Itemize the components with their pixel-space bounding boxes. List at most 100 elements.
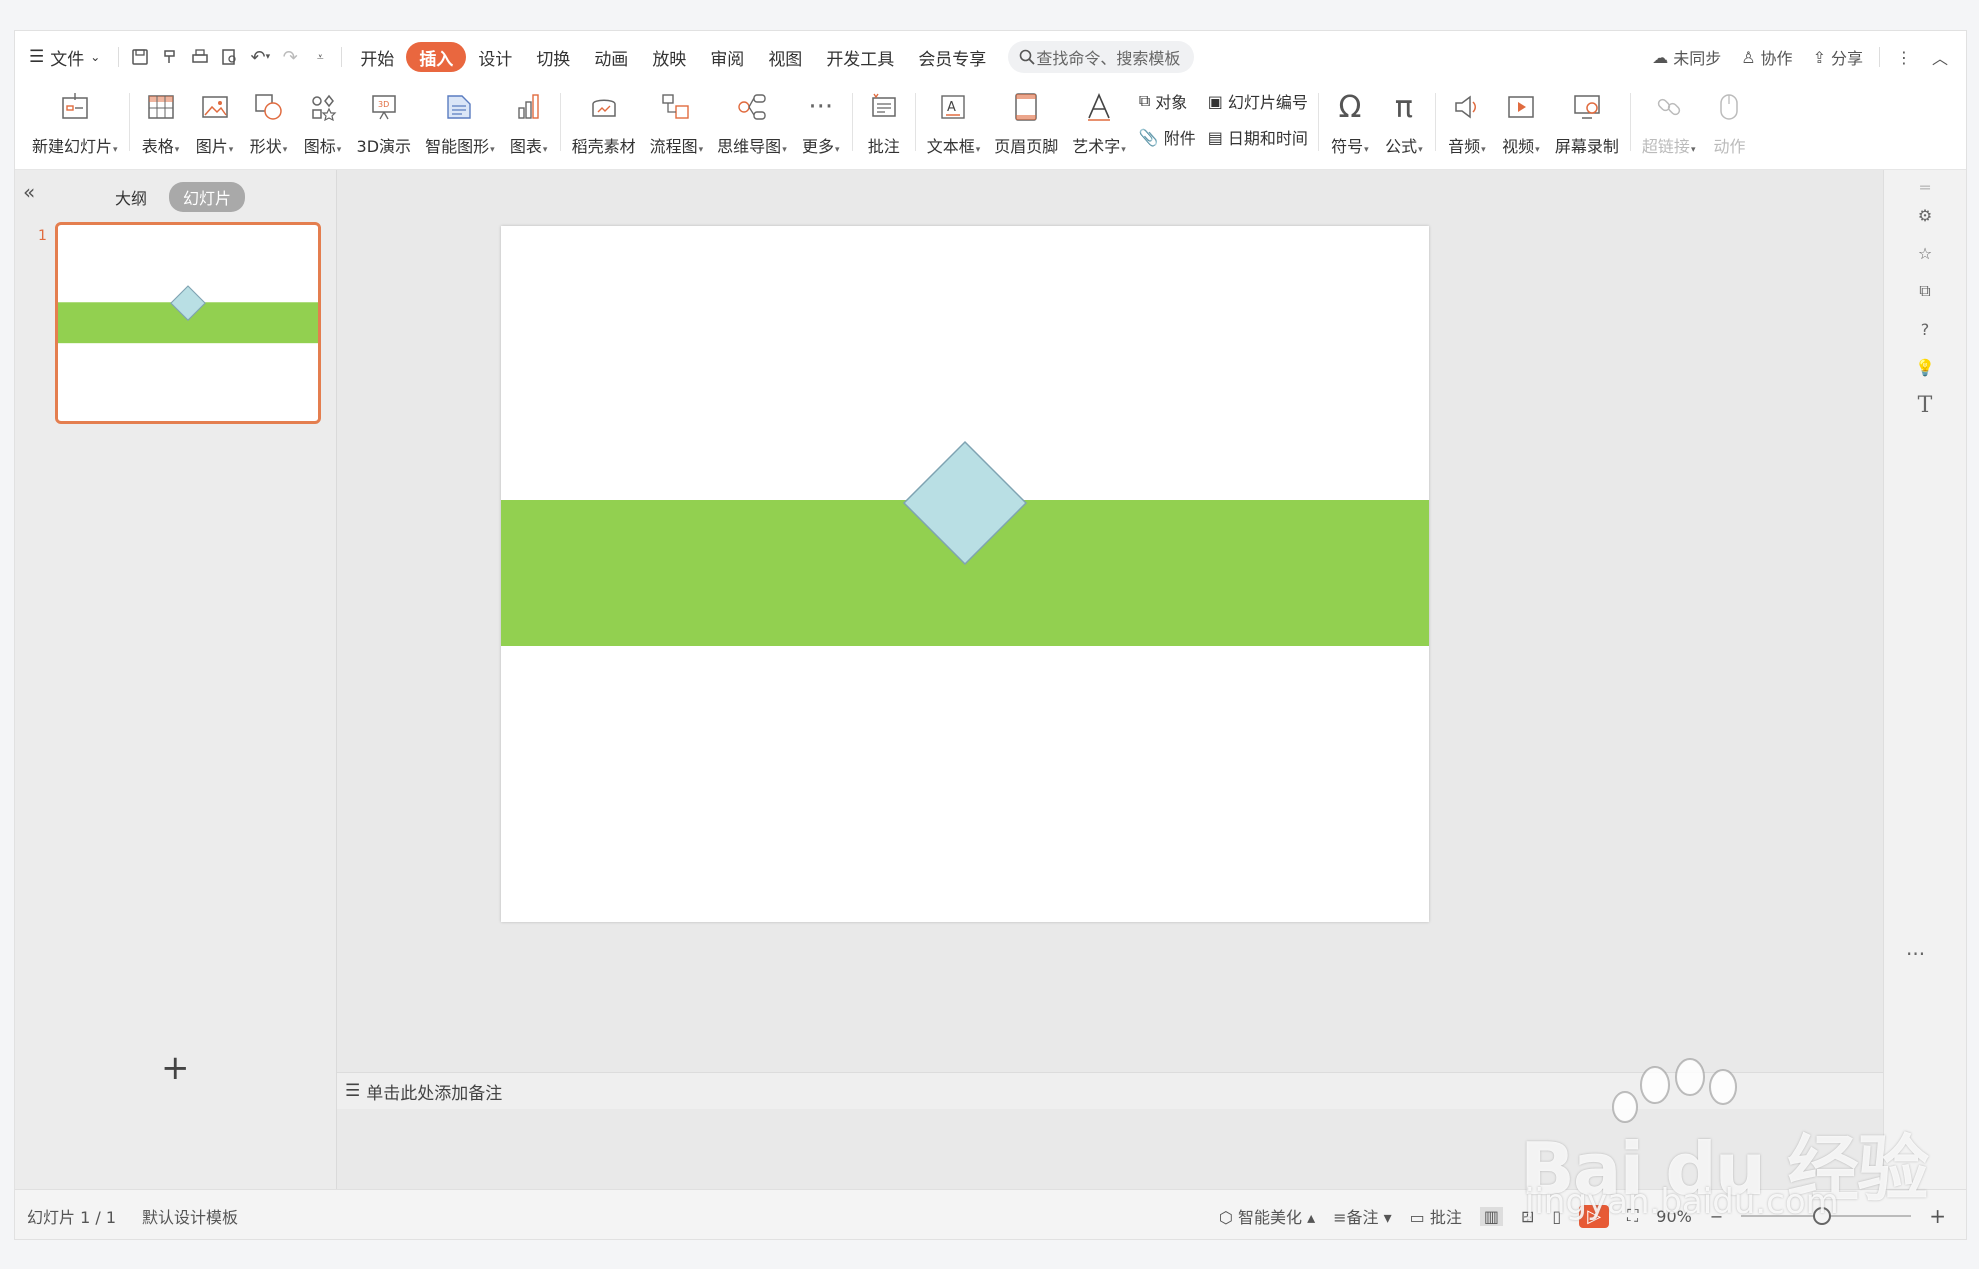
tab-slideshow[interactable]: 放映: [640, 42, 698, 72]
tab-review[interactable]: 审阅: [698, 42, 756, 72]
demo3d-button[interactable]: 3D 3D演示: [350, 83, 419, 165]
icon-button[interactable]: 图标▾: [296, 83, 350, 165]
comment-button[interactable]: 批注: [857, 83, 911, 165]
sync-status[interactable]: ☁ 未同步: [1642, 45, 1731, 69]
properties-icon[interactable]: ⚙: [1910, 200, 1940, 230]
tab-design[interactable]: 设计: [466, 42, 524, 72]
attachment-label: 附件: [1163, 129, 1196, 148]
object-button[interactable]: ⧉ 对象: [1139, 89, 1196, 113]
hyperlink-button[interactable]: 超链接▾: [1635, 83, 1703, 165]
smart-beautify-button[interactable]: ⬡ 智能美化 ▴: [1219, 1204, 1315, 1228]
save-icon[interactable]: [125, 42, 155, 72]
mindmap-button[interactable]: 思维导图▾: [710, 83, 794, 165]
animation-star-icon[interactable]: ☆: [1910, 238, 1940, 268]
material-icon: [584, 87, 624, 127]
file-menu[interactable]: ☰ 文件 ⌄: [15, 42, 112, 72]
file-menu-label: 文件: [50, 49, 85, 70]
video-button[interactable]: 视频▾: [1494, 83, 1548, 165]
format-painter-icon[interactable]: [155, 42, 185, 72]
tab-label: 设计: [478, 49, 513, 70]
slide-thumbnail[interactable]: [55, 222, 321, 424]
lightbulb-icon[interactable]: 💡: [1910, 352, 1940, 382]
table-label: 表格: [141, 137, 174, 156]
symbol-button[interactable]: Ω 符号▾: [1323, 83, 1377, 165]
paperclip-icon: 📎: [1138, 127, 1159, 147]
normal-view-icon[interactable]: ▥: [1479, 1206, 1503, 1226]
flowchart-button[interactable]: 流程图▾: [643, 83, 711, 165]
tab-outline[interactable]: 大纲: [115, 185, 147, 209]
audio-button[interactable]: 音频▾: [1440, 83, 1494, 165]
tab-view[interactable]: 视图: [756, 42, 814, 72]
divider: [1629, 93, 1631, 151]
add-slide-button[interactable]: +: [161, 1048, 190, 1088]
share-label: 分享: [1830, 49, 1863, 68]
tab-developer[interactable]: 开发工具: [814, 42, 906, 72]
wordart-button[interactable]: 艺术字▾: [1065, 83, 1133, 165]
more-options-icon[interactable]: ⋮: [1886, 48, 1922, 67]
notes-pane[interactable]: ☰ 单击此处添加备注: [337, 1072, 1885, 1109]
help-icon[interactable]: ?: [1910, 314, 1940, 344]
docer-label: 稻壳素材: [571, 137, 636, 156]
redo-icon[interactable]: ↷: [275, 42, 305, 72]
date-time-button[interactable]: ▤ 日期和时间: [1208, 125, 1308, 149]
table-button[interactable]: 表格▾: [134, 83, 188, 165]
screen-record-button[interactable]: 屏幕录制: [1548, 83, 1626, 165]
slide-thumbnail-panel: « 大纲 幻灯片 1 +: [15, 170, 337, 1189]
user-plus-icon: ♙: [1741, 47, 1756, 67]
right-task-sidebar: ═ ⚙ ☆ ⧉ ? 💡 T ···: [1883, 170, 1966, 1189]
slide-number-button[interactable]: ▣ 幻灯片编号: [1208, 89, 1308, 113]
divider: [559, 93, 561, 151]
tab-home[interactable]: 开始: [348, 42, 406, 72]
notes-toggle-button[interactable]: ≡备注 ▾: [1333, 1204, 1392, 1228]
sidebar-handle-icon: ═: [1920, 177, 1930, 197]
formula-label: 公式: [1385, 137, 1418, 156]
action-button[interactable]: 动作: [1702, 83, 1756, 165]
template-name[interactable]: 默认设计模板: [142, 1204, 238, 1228]
chart-button[interactable]: 图表▾: [502, 83, 556, 165]
more-button[interactable]: ··· 更多▾: [794, 83, 848, 165]
demo3d-label: 3D演示: [356, 137, 412, 156]
docer-material-button[interactable]: 稻壳素材: [565, 83, 643, 165]
tab-transitions[interactable]: 切换: [524, 42, 582, 72]
picture-button[interactable]: 图片▾: [188, 83, 242, 165]
picture-icon: [195, 87, 235, 127]
tab-animations[interactable]: 动画: [582, 42, 640, 72]
header-footer-button[interactable]: 页眉页脚: [987, 83, 1065, 165]
textbox-button[interactable]: A 文本框▾: [920, 83, 988, 165]
collapse-panel-icon[interactable]: «: [23, 180, 35, 204]
smartart-button[interactable]: 智能图形▾: [418, 83, 502, 165]
comment-box-icon: ▭: [1409, 1208, 1430, 1227]
switch-slide-icon[interactable]: ⧉: [1910, 276, 1940, 306]
tab-member[interactable]: 会员专享: [906, 42, 998, 72]
sidebar-more-icon[interactable]: ···: [1906, 942, 1925, 966]
shape-button[interactable]: 形状▾: [242, 83, 296, 165]
wordart-label: 艺术字: [1072, 137, 1121, 156]
collapse-ribbon-icon[interactable]: ︿: [1922, 45, 1958, 69]
new-slide-button[interactable]: 新建幻灯片▾: [25, 83, 125, 165]
slide-canvas[interactable]: [501, 226, 1429, 922]
undo-icon[interactable]: ↶ ▾: [245, 42, 275, 72]
bar-chart-icon: [509, 87, 549, 127]
collaborate-button[interactable]: ♙ 协作: [1731, 45, 1802, 69]
print-preview-icon[interactable]: [215, 42, 245, 72]
action-label: 动作: [1713, 137, 1746, 156]
formula-button[interactable]: π 公式▾: [1377, 83, 1431, 165]
print-icon[interactable]: [185, 42, 215, 72]
zoom-in-icon[interactable]: +: [1929, 1204, 1946, 1228]
customize-quick-access-icon[interactable]: ⩡: [305, 42, 335, 72]
calendar-icon: ▤: [1207, 127, 1223, 147]
command-search[interactable]: 查找命令、搜索模板: [1008, 41, 1195, 73]
notes-placeholder: 单击此处添加备注: [366, 1083, 503, 1104]
vertical-scrollbar[interactable]: [1871, 180, 1879, 1080]
tab-insert[interactable]: 插入: [406, 42, 467, 72]
shape-icon: [249, 87, 289, 127]
attachment-button[interactable]: 📎 附件: [1139, 125, 1196, 149]
speaker-icon: [1447, 87, 1487, 127]
comments-toggle-button[interactable]: ▭ 批注: [1410, 1204, 1462, 1228]
hamburger-icon: ☰: [29, 47, 45, 67]
text-format-icon[interactable]: T: [1910, 390, 1940, 420]
header-footer-label: 页眉页脚: [994, 137, 1059, 156]
object-label: 对象: [1155, 93, 1188, 112]
tab-slides[interactable]: 幻灯片: [169, 182, 246, 212]
share-button[interactable]: ⇪ 分享: [1803, 45, 1873, 69]
